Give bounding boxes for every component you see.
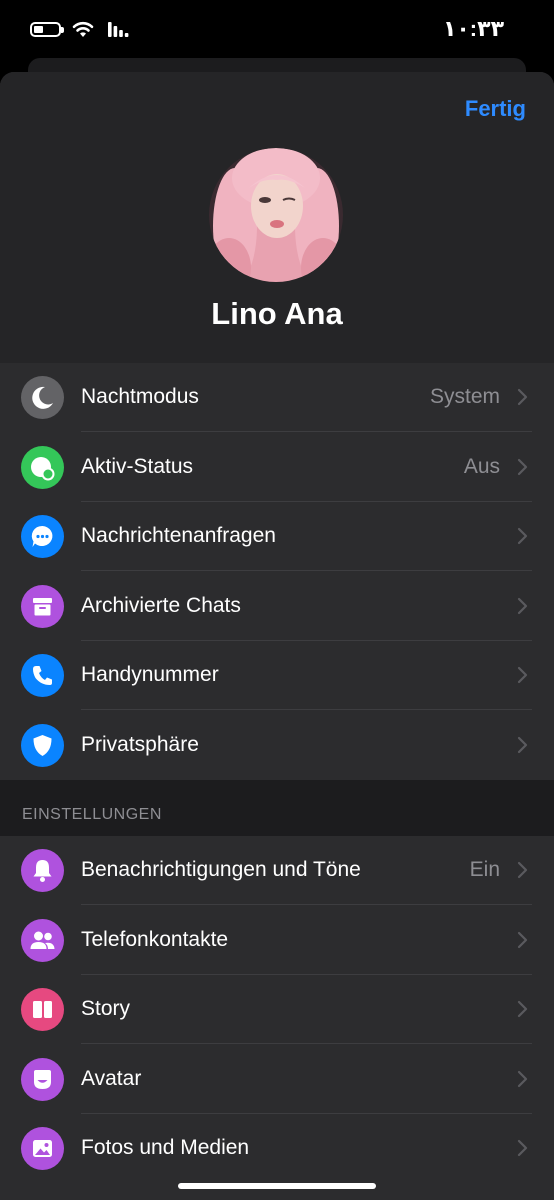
row-active-status[interactable]: Aktiv-Status Aus [0,433,554,502]
chevron-right-icon [517,527,528,545]
row-avatar[interactable]: Avatar [0,1045,554,1114]
story-icon [21,988,64,1031]
status-bar: ١٠:٣٣ [0,0,554,60]
profile-name: Lino Ana [211,296,343,331]
chevron-right-icon [517,666,528,684]
row-label: Nachtmodus [81,385,199,408]
account-settings-group: Nachtmodus System Aktiv-Status Aus Nachr… [0,363,554,780]
row-notifications[interactable]: Benachrichtigungen und Töne Ein [0,836,554,905]
row-story[interactable]: Story [0,975,554,1044]
row-phone-contacts[interactable]: Telefonkontakte [0,906,554,975]
bell-icon [21,849,64,892]
row-label: Archivierte Chats [81,593,241,617]
chevron-right-icon [517,861,528,879]
row-label: Story [81,997,131,1020]
done-button[interactable]: Fertig [465,96,526,122]
chevron-right-icon [517,388,528,406]
row-label: Privatsphäre [81,732,199,756]
phone-icon [21,654,64,697]
screen: ١٠:٣٣ Fertig Lino Ana Nachtmodus System … [0,0,554,1200]
chevron-right-icon [517,1139,528,1157]
chevron-right-icon [517,736,528,753]
chevron-right-icon [517,1070,528,1087]
row-label: Fotos und Medien [81,1136,250,1159]
message-requests-icon [21,515,64,558]
profile-settings-sheet: Fertig Lino Ana Nachtmodus System Aktiv-… [0,72,554,1200]
row-value: Ein [469,858,500,881]
row-night-mode[interactable]: Nachtmodus System [0,363,554,432]
chevron-right-icon [517,458,528,475]
avatar-face-icon [21,1057,64,1101]
row-message-requests[interactable]: Nachrichtenanfragen [0,502,554,571]
chevron-right-icon [517,931,528,948]
archive-box-icon [21,584,64,628]
profile-header: Fertig Lino Ana [0,72,554,363]
row-label: Telefonkontakte [81,927,229,951]
active-status-icon [21,445,64,489]
row-label: Aktiv-Status [81,454,194,478]
row-phone-number[interactable]: Handynummer [0,641,554,710]
status-time: ١٠:٣٣ [442,16,504,41]
battery-icon [30,22,64,37]
row-value: Aus [463,454,500,478]
cellular-signal-icon [108,22,129,37]
moon-icon [21,376,64,419]
row-label: Benachrichtigungen und Töne [81,858,361,881]
chevron-right-icon [517,1000,528,1018]
row-privacy[interactable]: Privatsphäre [0,711,554,780]
row-label: Handynummer [81,663,219,686]
avatar[interactable] [209,148,343,282]
contacts-icon [21,918,64,962]
battery-level [34,26,43,33]
row-archived-chats[interactable]: Archivierte Chats [0,572,554,641]
preferences-group: Benachrichtigungen und Töne Ein Telefonk… [0,836,554,1200]
row-photos-media[interactable]: Fotos und Medien [0,1114,554,1183]
wifi-icon [72,21,94,37]
row-label: Nachrichtenanfragen [81,524,276,547]
photo-icon [21,1127,64,1170]
home-indicator[interactable] [178,1183,376,1189]
chevron-right-icon [517,597,528,614]
section-title: EINSTELLUNGEN [22,806,162,823]
shield-icon [21,723,64,767]
row-label: Avatar [81,1066,142,1090]
avatar-photo [209,148,343,282]
row-value: System [429,385,500,408]
section-header: EINSTELLUNGEN [0,780,554,836]
